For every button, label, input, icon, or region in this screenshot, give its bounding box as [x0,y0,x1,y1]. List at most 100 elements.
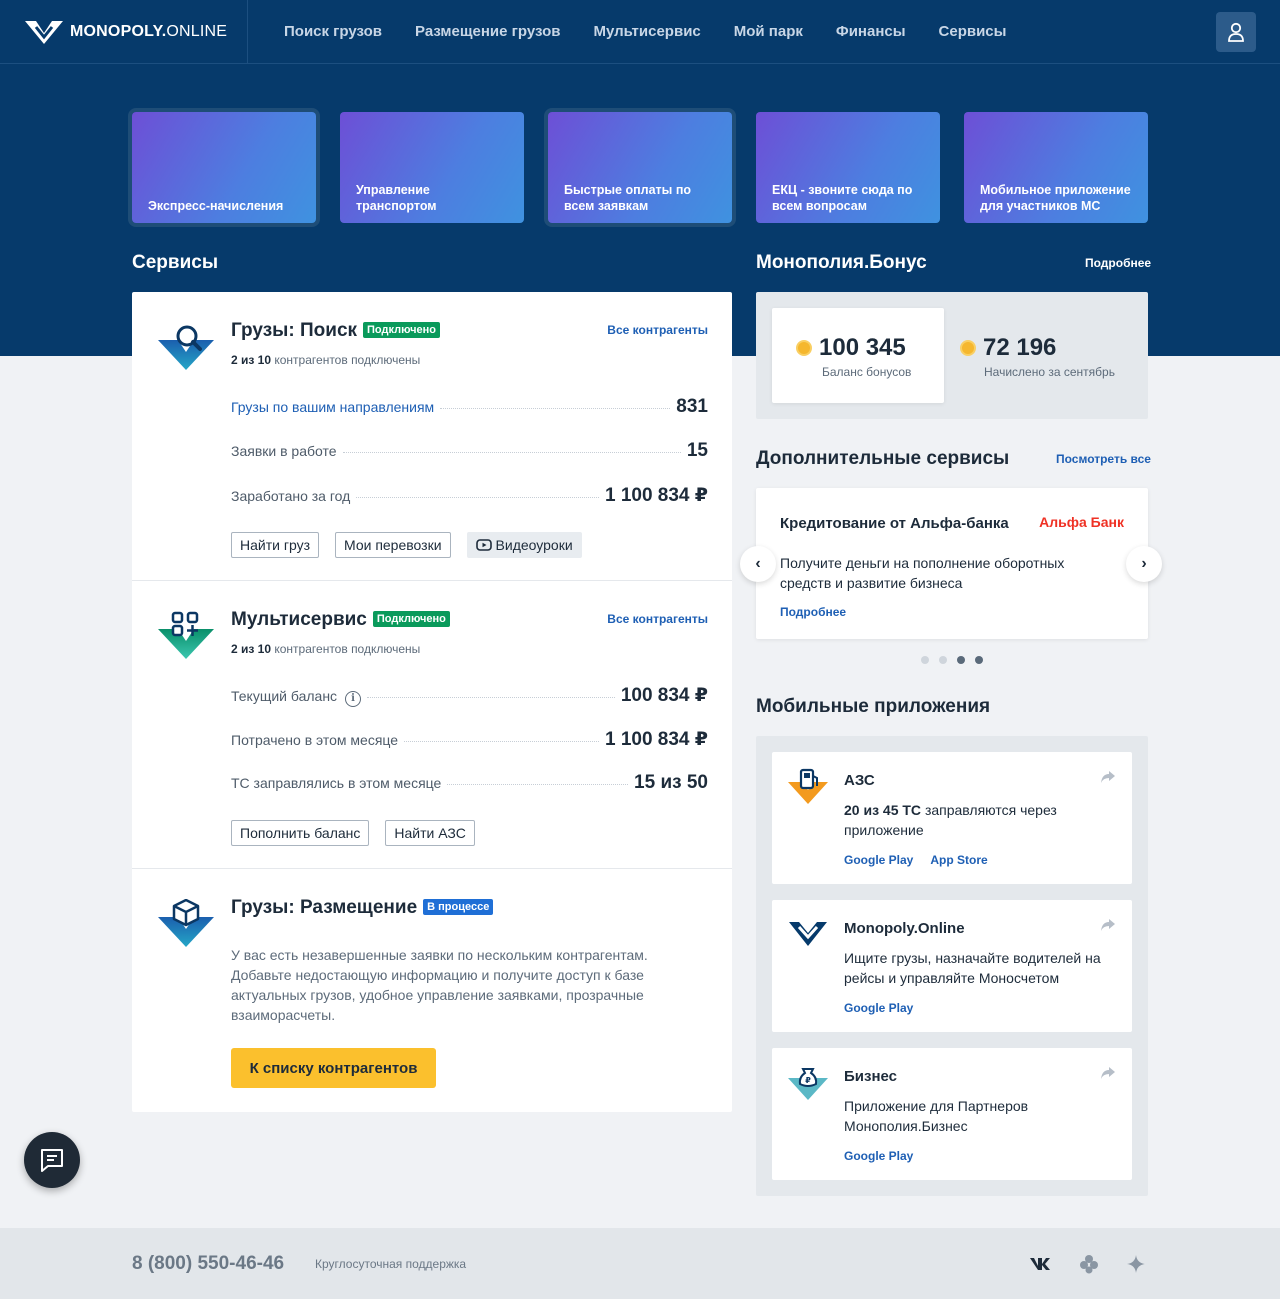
share-icon[interactable] [1100,918,1116,932]
cargo-placement-icon [158,899,214,947]
tile-ekc[interactable]: ЕКЦ - звоните сюда по всем вопросам [756,112,940,223]
vk-icon[interactable] [1029,1253,1051,1275]
carousel-dot[interactable] [921,656,929,664]
stat-row: Потрачено в этом месяце 1 100 834 ₽ [231,728,708,751]
app-description-bold: 20 из 45 ТС [844,802,922,818]
top-navigation: MONOPOLY.ONLINE Поиск грузов Размещение … [0,0,1280,64]
bonus-balance-label: Баланс бонусов [822,365,912,379]
stat-value: 100 834 ₽ [620,685,708,706]
app-store-links: Google Play App Store [844,853,1005,867]
stat-value: 15 из 50 [634,772,708,793]
bonus-accrued-value: 72 196 [983,334,1057,361]
tile-transport[interactable]: Управление транспортом [340,112,524,223]
carousel-dot-active[interactable] [957,656,965,664]
stat-row: ТС заправлялись в этом месяце 15 из 50 [231,772,708,794]
service-title-text: Мультисервис [231,609,367,630]
find-cargo-button[interactable]: Найти груз [231,532,319,558]
chat-icon [41,1149,63,1172]
service-subtitle: 2 из 10 контрагентов подключены [231,353,420,367]
tile-express[interactable]: Экспресс-начисления [132,112,316,223]
carousel-pagination [921,656,993,664]
user-profile-button[interactable] [1216,12,1256,52]
bonus-more-link[interactable]: Подробнее [1085,256,1151,270]
promo-text: Получите деньги на пополнение оборотных … [780,555,1065,591]
service-title-text: Грузы: Поиск [231,320,358,341]
services-heading: Сервисы [132,252,219,273]
video-lessons-label: Видеоуроки [495,537,573,553]
carousel-dot[interactable] [939,656,947,664]
promo-more-link[interactable]: Подробнее [780,605,846,619]
service-subtitle: 2 из 10 контрагентов подключены [231,642,420,656]
stat-value: 831 [676,396,708,417]
stat-row: Заработано за год 1 100 834 ₽ [231,484,708,507]
all-contractors-link[interactable]: Все контрагенты [607,323,708,337]
support-label: Круглосуточная поддержка [315,1257,467,1271]
service-subtitle-count: 2 из 10 [231,642,272,656]
google-play-link[interactable]: Google Play [844,1001,913,1015]
app-name: Бизнес [844,1068,898,1085]
bonus-accrued: 72 196 [960,334,1056,362]
extra-services-heading: Дополнительные сервисы [756,448,1010,469]
info-icon[interactable]: i [345,690,362,707]
status-badge: Подключено [372,611,450,627]
stat-label-link[interactable]: Грузы по вашим направлениям [231,399,434,415]
service-actions: Найти груз Мои перевозки Видеоуроки [231,532,598,558]
cargo-search-icon [158,325,214,370]
logo[interactable]: MONOPOLY.ONLINE [0,0,248,64]
nav-multiservice[interactable]: Мультисервис [593,23,700,40]
nav-cargo-search[interactable]: Поиск грузов [284,23,382,40]
chat-button[interactable] [24,1132,80,1188]
carousel-dot[interactable] [975,656,983,664]
tile-fast-payments[interactable]: Быстрые оплаты по всем заявкам [548,112,732,223]
service-subtitle-count: 2 из 10 [231,353,272,367]
contractors-list-button[interactable]: К списку контрагентов [231,1048,436,1088]
promo-card: Кредитование от Альфа-банка Альфа Банк П… [756,488,1148,639]
nav-services[interactable]: Сервисы [939,23,1007,40]
ok-icon[interactable] [1078,1253,1100,1275]
app-description: Приложение для Партнеров Монополия.Бизне… [844,1098,1029,1134]
app-card-business[interactable]: ₽ Бизнес Приложение для Партнеров Монопо… [772,1048,1132,1180]
user-icon [1228,22,1244,42]
stat-value: 1 100 834 ₽ [604,485,708,506]
app-card-azs[interactable]: АЗС 20 из 45 ТС заправляются через прило… [772,752,1132,884]
google-play-link[interactable]: Google Play [844,853,913,867]
app-name: АЗС [844,772,875,789]
share-icon[interactable] [1100,770,1116,784]
coin-icon [960,340,976,356]
app-description: Ищите грузы, назначайте водителей на рей… [844,950,1101,986]
top-up-balance-button[interactable]: Пополнить баланс [231,820,370,846]
tile-label: ЕКЦ - звоните сюда по всем вопросам [772,183,913,213]
all-contractors-link[interactable]: Все контрагенты [607,612,708,626]
share-icon[interactable] [1100,1066,1116,1080]
logo-text-bold: MONOPOLY. [70,22,167,40]
tile-label: Мобильное приложение для участников МС [980,183,1131,213]
view-all-link[interactable]: Посмотреть все [1056,452,1151,466]
stat-label: Заявки в работе [231,443,337,459]
tile-mobile-app[interactable]: Мобильное приложение для участников МС [964,112,1148,223]
stat-row: Текущий баланс i 100 834 ₽ [231,684,708,707]
nav-cargo-placement[interactable]: Размещение грузов [415,23,560,40]
carousel-prev-button[interactable]: ‹ [740,546,776,582]
my-shipments-button[interactable]: Мои перевозки [335,532,451,558]
carousel-next-button[interactable]: › [1126,546,1162,582]
mobile-apps-heading: Мобильные приложения [756,696,991,717]
coin-icon [796,340,812,356]
services-card: Грузы: Поиск Подключено 2 из 10 контраген… [132,292,732,1112]
app-card-monopoly-online[interactable]: Monopoly.Online Ищите грузы, назначайте … [772,900,1132,1032]
google-play-link[interactable]: Google Play [844,1149,913,1163]
alfa-bank-logo: Альфа Банк [1039,514,1124,530]
tile-label: Экспресс-начисления [148,199,284,213]
app-store-link[interactable]: App Store [930,853,987,867]
stat-row: Грузы по вашим направлениям 831 [231,396,708,418]
find-gas-station-button[interactable]: Найти АЗС [385,820,475,846]
video-lessons-button[interactable]: Видеоуроки [466,532,582,558]
monopoly-logo-icon [789,922,827,946]
logo-icon [25,20,63,44]
nav-my-fleet[interactable]: Мой парк [734,23,803,40]
app-store-links: Google Play [844,1001,930,1015]
support-phone[interactable]: 8 (800) 550-46-46 [132,1253,284,1275]
nav-finance[interactable]: Финансы [836,23,906,40]
sparkle-icon[interactable] [1125,1253,1147,1275]
bonus-balance-value: 100 345 [819,334,906,361]
service-cargo-search: Грузы: Поиск Подключено 2 из 10 контраген… [132,292,732,581]
